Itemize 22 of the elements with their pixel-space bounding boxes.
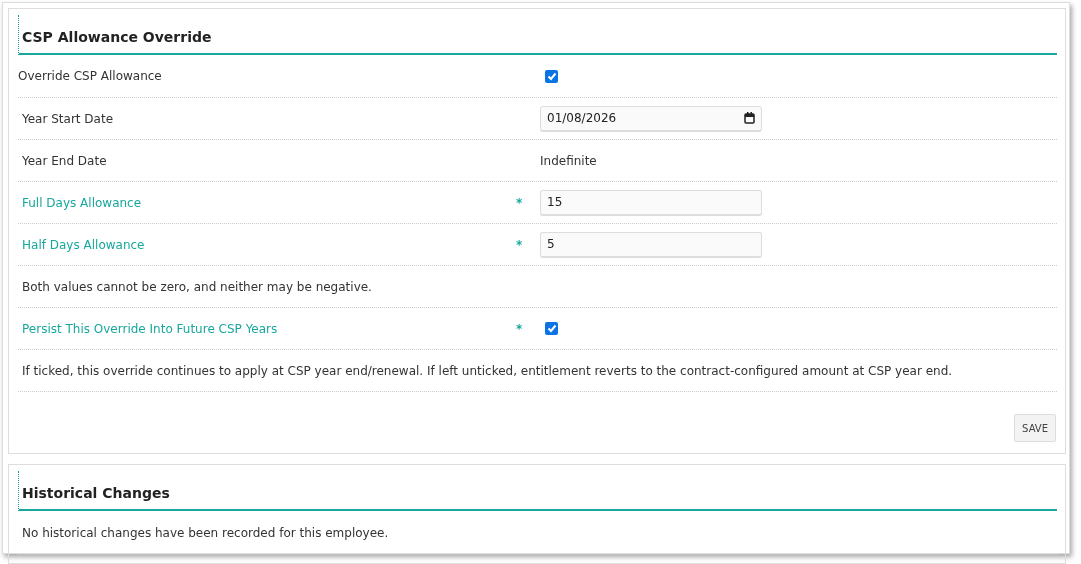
date-field[interactable]: 01/08/2026 xyxy=(540,105,762,132)
checkbox[interactable] xyxy=(545,322,558,335)
checkbox[interactable] xyxy=(545,69,558,83)
number-field[interactable]: 5 xyxy=(540,231,762,258)
field-label: Year End Date xyxy=(21,153,107,168)
number-field[interactable]: 15 xyxy=(540,189,762,216)
save-button[interactable]: SAVE xyxy=(1014,414,1056,442)
field-label: Full Days Allowance xyxy=(21,195,142,210)
help-text: If ticked, this override continues to apply at CSP year end/renewal. If left unticked, entitlement reverts to the contract-configured amount at CSP year end. xyxy=(21,363,953,378)
field-value: Indefinite xyxy=(540,153,597,168)
section-title: CSP Allowance Override xyxy=(18,15,1057,55)
required-marker: * xyxy=(516,195,524,210)
section-title: Historical Changes xyxy=(18,471,1057,511)
field-label: Persist This Override Into Future CSP Years xyxy=(21,321,278,336)
calendar-icon[interactable] xyxy=(744,112,755,124)
help-text: Both values cannot be zero, and neither may be negative. xyxy=(21,279,372,294)
field-label: Year Start Date xyxy=(21,111,114,126)
field-label: Override CSP Allowance xyxy=(18,69,162,83)
help-text: No historical changes have been recorded for this employee. xyxy=(21,525,389,540)
required-marker: * xyxy=(516,237,524,252)
field-label: Half Days Allowance xyxy=(21,237,145,252)
required-marker: * xyxy=(516,321,524,336)
